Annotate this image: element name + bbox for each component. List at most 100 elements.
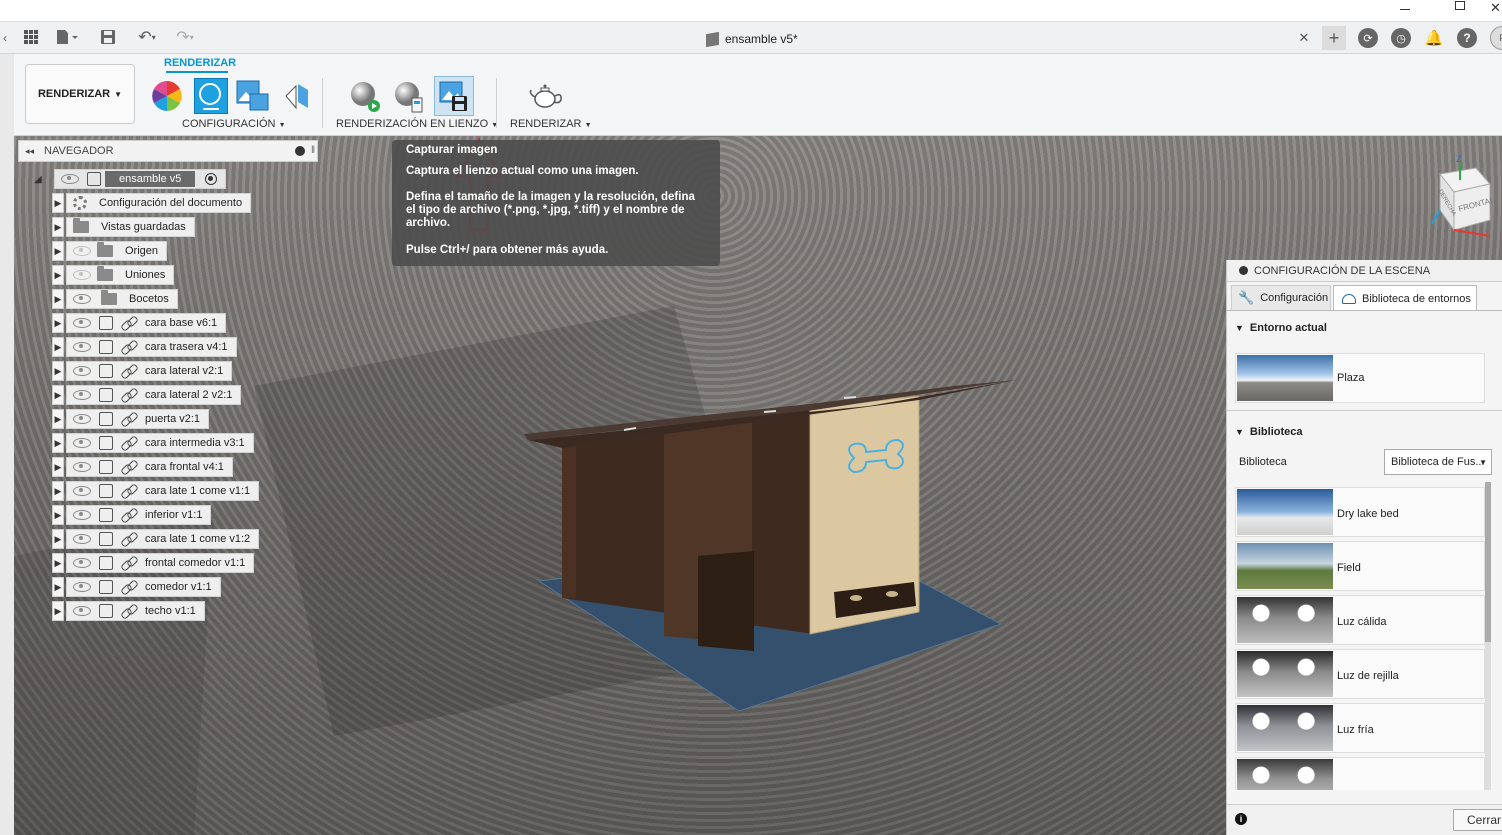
navigator-pin-icon[interactable]: ‖ — [311, 145, 315, 156]
tab-biblioteca-entornos[interactable]: Biblioteca de entornos — [1333, 285, 1477, 311]
tree-item-chip[interactable]: cara trasera v4:1 — [66, 337, 237, 357]
hidden-eye-icon[interactable] — [73, 270, 91, 280]
entorno-actual-heading[interactable]: ▼ Entorno actual — [1235, 322, 1327, 334]
doghouse-model[interactable] — [514, 366, 1034, 716]
environment-item[interactable]: Luz de rejilla — [1235, 649, 1485, 699]
expand-triangle-icon[interactable]: ▶ — [52, 385, 64, 405]
navigator-minimize-icon[interactable] — [295, 146, 305, 156]
visibility-eye-icon[interactable] — [73, 366, 91, 376]
biblioteca-heading[interactable]: ▼ Biblioteca — [1235, 426, 1303, 438]
tree-item-chip[interactable]: Uniones — [66, 265, 175, 285]
hidden-eye-icon[interactable] — [73, 246, 91, 256]
visibility-eye-icon[interactable] — [61, 174, 79, 184]
tree-item[interactable]: ▶ Origen — [52, 241, 168, 261]
tree-item-chip[interactable]: cara lateral v2:1 — [66, 361, 233, 381]
appearance-icon[interactable] — [151, 80, 183, 112]
panel-collapse-icon[interactable] — [1239, 266, 1248, 275]
tree-item[interactable]: ▶ cara intermedia v3:1 — [52, 433, 254, 453]
expand-triangle-icon[interactable]: ▶ — [52, 289, 64, 309]
tree-item[interactable]: ▶ cara lateral 2 v2:1 — [52, 385, 242, 405]
tree-item[interactable]: ▶ Configuración del documento — [52, 193, 252, 213]
tree-item[interactable]: ▶ puerta v2:1 — [52, 409, 210, 429]
tree-item[interactable]: ▶ Bocetos — [52, 289, 178, 309]
in-canvas-render-icon[interactable] — [348, 80, 382, 114]
scene-settings-icon[interactable] — [194, 78, 228, 114]
tree-item-chip[interactable]: cara intermedia v3:1 — [66, 433, 254, 453]
teapot-render-icon[interactable] — [528, 82, 564, 110]
tree-item[interactable]: ▶ cara lateral v2:1 — [52, 361, 233, 381]
tree-item[interactable]: ▶ cara base v6:1 — [52, 313, 227, 333]
visibility-eye-icon[interactable] — [73, 462, 91, 472]
expand-triangle-icon[interactable]: ▶ — [52, 241, 64, 261]
tree-item[interactable]: ▶ cara trasera v4:1 — [52, 337, 237, 357]
close-window-icon[interactable]: ✕ — [1490, 0, 1501, 16]
workspace-switcher[interactable]: RENDERIZAR ▼ — [25, 64, 135, 124]
expand-triangle-icon[interactable]: ▶ — [52, 553, 64, 573]
tab-renderizar[interactable]: RENDERIZAR — [164, 57, 236, 69]
job-status-icon[interactable]: ◷ — [1391, 28, 1411, 48]
maximize-icon[interactable] — [1455, 1, 1465, 10]
texture-map-icon[interactable] — [236, 80, 270, 112]
root-chip[interactable]: ensamble v5 — [54, 169, 227, 189]
tree-item-chip[interactable]: cara lateral 2 v2:1 — [66, 385, 242, 405]
configuracion-group-label[interactable]: CONFIGURACIÓN ▼ — [182, 118, 286, 130]
visibility-eye-icon[interactable] — [73, 486, 91, 496]
tree-item-chip[interactable]: Origen — [66, 241, 168, 261]
environment-item[interactable]: Field — [1235, 541, 1485, 591]
file-menu-icon[interactable] — [54, 28, 80, 46]
app-grid-icon[interactable] — [22, 28, 40, 46]
environment-item[interactable]: Luz suave — [1235, 757, 1485, 790]
help-icon[interactable]: ? — [1457, 28, 1477, 48]
expand-triangle-icon[interactable]: ▶ — [52, 601, 64, 621]
back-arrow-icon[interactable]: ‹ — [0, 28, 10, 48]
info-icon[interactable]: i — [1235, 813, 1247, 825]
tree-item[interactable]: ▶ frontal comedor v1:1 — [52, 553, 255, 573]
expand-triangle-icon[interactable]: ▶ — [52, 529, 64, 549]
new-tab-icon[interactable]: + — [1322, 26, 1346, 50]
view-cube[interactable]: Z FRONTAL DERECHA — [1426, 154, 1502, 244]
collapse-root-icon[interactable]: ◢ — [34, 174, 46, 185]
undo-icon[interactable]: ↶ ▾ — [132, 28, 162, 46]
expand-triangle-icon[interactable]: ▶ — [52, 337, 64, 357]
render-group-label[interactable]: RENDERIZAR ▼ — [510, 118, 592, 130]
tree-item-chip[interactable]: Vistas guardadas — [66, 217, 195, 237]
environment-item[interactable]: Luz cálida — [1235, 595, 1485, 645]
notifications-icon[interactable]: 🔔 — [1424, 28, 1444, 48]
environment-item[interactable]: Dry lake bed — [1235, 487, 1485, 537]
expand-triangle-icon[interactable]: ▶ — [52, 457, 64, 477]
tree-item-chip[interactable]: techo v1:1 — [66, 601, 205, 621]
tree-item-chip[interactable]: cara late 1 come v1:1 — [66, 481, 260, 501]
tree-item-chip[interactable]: puerta v2:1 — [66, 409, 210, 429]
visibility-eye-icon[interactable] — [73, 438, 91, 448]
visibility-eye-icon[interactable] — [73, 510, 91, 520]
in-canvas-render-settings-icon[interactable] — [392, 80, 426, 114]
visibility-eye-icon[interactable] — [73, 390, 91, 400]
activate-radio-icon[interactable] — [205, 173, 218, 185]
tree-item-chip[interactable]: frontal comedor v1:1 — [66, 553, 255, 573]
tree-item[interactable]: ▶ cara late 1 come v1:1 — [52, 481, 260, 501]
tab-configuracion[interactable]: 🔧 Configuración — [1231, 285, 1331, 311]
user-avatar[interactable]: F — [1490, 26, 1502, 50]
sync-icon[interactable]: ⟳ — [1358, 28, 1378, 48]
tree-item-chip[interactable]: cara late 1 come v1:2 — [66, 529, 260, 549]
expand-triangle-icon[interactable]: ▶ — [52, 361, 64, 381]
decal-icon[interactable] — [282, 80, 310, 112]
visibility-eye-icon[interactable] — [73, 606, 91, 616]
render-in-canvas-group-label[interactable]: RENDERIZACIÓN EN LIENZO ▼ — [336, 118, 498, 130]
visibility-eye-icon[interactable] — [73, 318, 91, 328]
tree-item[interactable]: ▶ Uniones — [52, 265, 175, 285]
visibility-eye-icon[interactable] — [73, 582, 91, 592]
expand-triangle-icon[interactable]: ▶ — [52, 217, 64, 237]
save-icon[interactable] — [100, 28, 116, 46]
expand-triangle-icon[interactable]: ▶ — [52, 265, 64, 285]
visibility-eye-icon[interactable] — [73, 342, 91, 352]
minimize-icon[interactable] — [1400, 9, 1410, 10]
expand-triangle-icon[interactable]: ▶ — [52, 313, 64, 333]
tree-item-chip[interactable]: Configuración del documento — [66, 193, 252, 213]
visibility-eye-icon[interactable] — [73, 558, 91, 568]
tree-item[interactable]: ▶ techo v1:1 — [52, 601, 205, 621]
close-tab-icon[interactable]: ✕ — [1296, 29, 1312, 47]
expand-triangle-icon[interactable]: ▶ — [52, 505, 64, 525]
tree-item-chip[interactable]: cara frontal v4:1 — [66, 457, 233, 477]
tree-item-chip[interactable]: cara base v6:1 — [66, 313, 227, 333]
